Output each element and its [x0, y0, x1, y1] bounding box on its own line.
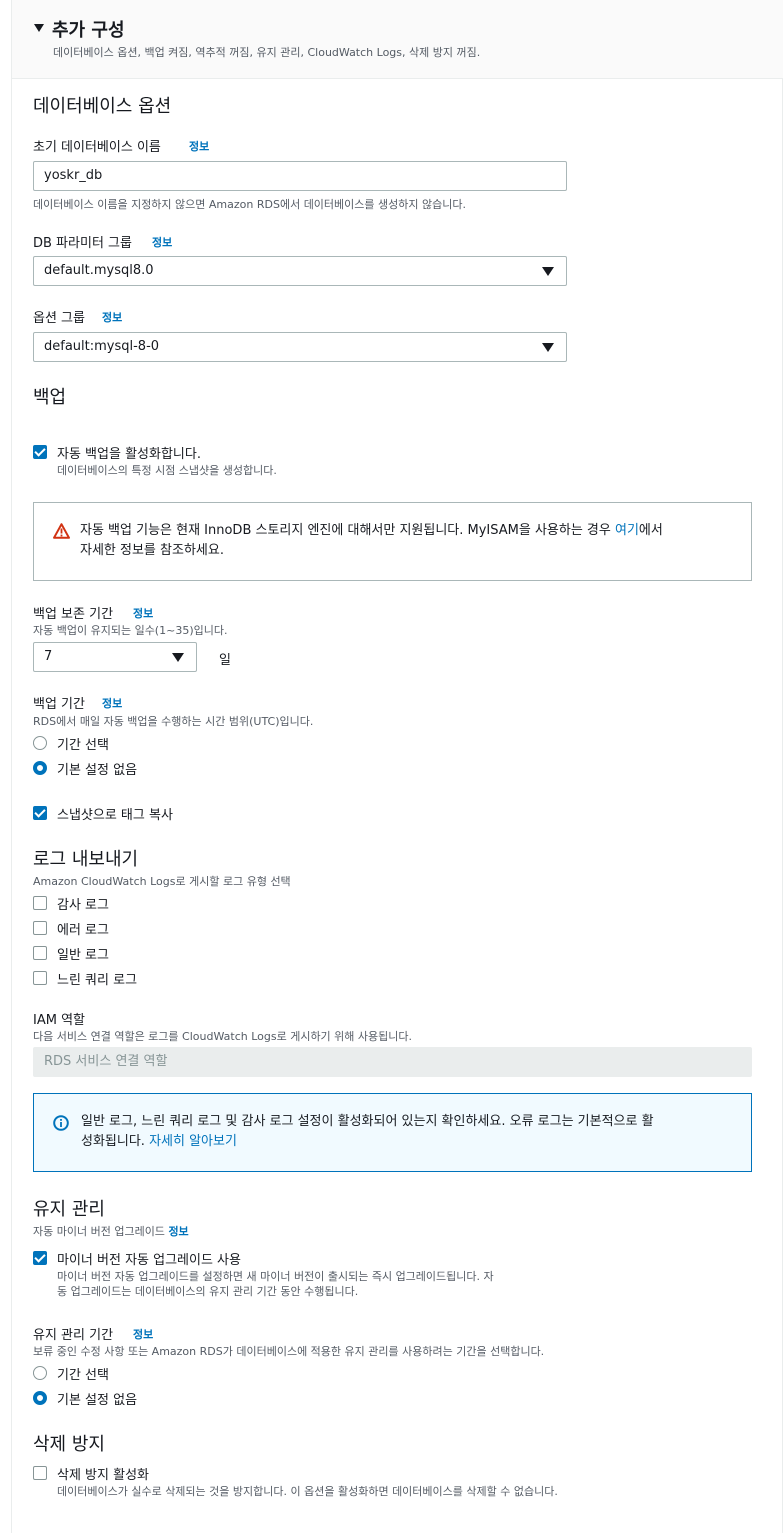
deletion-protection-label: 삭제 방지 활성화 [57, 1468, 149, 1483]
info-link[interactable]: 정보 [133, 605, 153, 621]
info-alert: 일반 로그, 느린 쿼리 로그 및 감사 로그 설정이 활성화되어 있는지 확인… [33, 1093, 752, 1172]
initial-db-help: 데이터베이스 이름을 지정하지 않으면 Amazon RDS에서 데이터베이스를… [33, 198, 466, 211]
maintenance-heading: 유지 관리 [33, 1199, 105, 1220]
learn-more-link[interactable]: 자세히 알아보기 [149, 1134, 237, 1149]
warning-icon [53, 523, 70, 543]
iam-role-value: RDS 서비스 연결 역할 [44, 1054, 168, 1069]
backup-window-option: 기본 설정 없음 [57, 763, 138, 778]
minor-upgrade-desc: 마이너 버전 자동 업그레이드를 설정하면 새 마이너 버전이 출시되는 즉시 … [57, 1270, 494, 1283]
info-text-line2: 성화됩니다. [81, 1134, 150, 1149]
log-item-label: 에러 로그 [57, 923, 109, 938]
iam-role-input: RDS 서비스 연결 역할 [33, 1047, 752, 1077]
retention-value: 7 [44, 649, 53, 664]
maintenance-window-option: 기간 선택 [57, 1368, 109, 1383]
log-item-label: 느린 쿼리 로그 [57, 973, 138, 988]
warning-text-suffix: 에서 [638, 523, 663, 538]
info-link[interactable]: 정보 [102, 309, 122, 325]
initial-db-value: yoskr_db [44, 168, 103, 183]
backup-heading: 백업 [33, 387, 67, 408]
auto-backup-label: 자동 백업을 활성화합니다. [57, 447, 201, 462]
option-group-select[interactable]: default:mysql-8-0 [33, 332, 567, 362]
minor-upgrade-label-text: 자동 마이너 버전 업그레이드 [33, 1225, 165, 1238]
section-subtitle: 데이터베이스 옵션, 백업 켜짐, 역추적 꺼짐, 유지 관리, CloudWa… [53, 46, 481, 59]
info-link[interactable]: 정보 [133, 1326, 153, 1342]
iam-role-label: IAM 역할 [33, 1013, 85, 1028]
section-title: 추가 구성 [52, 20, 125, 41]
retention-label: 백업 보존 기간 [33, 607, 114, 622]
minor-upgrade-checkbox[interactable] [33, 1251, 47, 1265]
copy-tags-label: 스냅샷으로 태그 복사 [57, 808, 173, 823]
initial-db-label: 초기 데이터베이스 이름 [33, 140, 161, 155]
log-checkbox-error[interactable] [33, 921, 47, 935]
log-checkbox-slow-query[interactable] [33, 971, 47, 985]
backup-window-desc: RDS에서 매일 자동 백업을 수행하는 시간 범위(UTC)입니다. [33, 715, 314, 728]
log-checkbox-audit[interactable] [33, 896, 47, 910]
info-circle-icon [53, 1115, 69, 1135]
backup-window-radio-none[interactable] [33, 761, 47, 775]
copy-tags-checkbox[interactable] [33, 806, 47, 820]
info-link[interactable]: 정보 [168, 1225, 188, 1238]
deletion-protection-heading: 삭제 방지 [33, 1434, 105, 1455]
minor-upgrade-label: 자동 마이너 버전 업그레이드 정보 [33, 1223, 189, 1239]
maintenance-window-desc: 보류 중인 수정 사항 또는 Amazon RDS가 데이터베이스에 적용한 유… [33, 1345, 545, 1358]
warning-link[interactable]: 여기 [615, 523, 639, 538]
retention-desc: 자동 백업이 유지되는 일수(1~35)입니다. [33, 624, 228, 637]
log-checkbox-general[interactable] [33, 946, 47, 960]
warning-alert: 자동 백업 기능은 현재 InnoDB 스토리지 엔진에 대해서만 지원됩니다.… [33, 502, 752, 581]
iam-role-desc: 다음 서비스 연결 역할은 로그를 CloudWatch Logs로 게시하기 … [33, 1030, 413, 1043]
dropdown-caret-icon [542, 343, 554, 352]
param-group-select[interactable]: default.mysql8.0 [33, 256, 567, 286]
auto-backup-checkbox[interactable] [33, 445, 47, 459]
warning-text: 자동 백업 기능은 현재 InnoDB 스토리지 엔진에 대해서만 지원됩니다.… [80, 523, 615, 538]
log-exports-desc: Amazon CloudWatch Logs로 게시할 로그 유형 선택 [33, 875, 291, 888]
backup-window-option: 기간 선택 [57, 738, 109, 753]
info-text: 일반 로그, 느린 쿼리 로그 및 감사 로그 설정이 활성화되어 있는지 확인… [81, 1114, 654, 1129]
minor-upgrade-desc-line2: 동 업그레이드는 데이터베이스의 유지 관리 기간 동안 수행됩니다. [57, 1285, 359, 1298]
param-group-label: DB 파라미터 그룹 [33, 236, 132, 251]
section-header[interactable]: 추가 구성 데이터베이스 옵션, 백업 켜짐, 역추적 꺼짐, 유지 관리, C… [12, 0, 783, 79]
option-group-label: 옵션 그룹 [33, 311, 85, 326]
maintenance-window-option: 기본 설정 없음 [57, 1393, 138, 1408]
info-link[interactable]: 정보 [152, 234, 172, 250]
maintenance-window-radio-none[interactable] [33, 1391, 47, 1405]
deletion-protection-checkbox[interactable] [33, 1466, 47, 1480]
param-group-value: default.mysql8.0 [44, 263, 154, 278]
info-link[interactable]: 정보 [102, 695, 122, 711]
info-link[interactable]: 정보 [189, 138, 209, 154]
retention-select[interactable]: 7 [33, 642, 197, 672]
db-options-heading: 데이터베이스 옵션 [33, 96, 172, 117]
option-group-value: default:mysql-8-0 [44, 339, 160, 354]
backup-window-label: 백업 기간 [33, 697, 85, 712]
auto-backup-desc: 데이터베이스의 특정 시점 스냅샷을 생성합니다. [57, 464, 277, 477]
dropdown-caret-icon [172, 653, 184, 662]
dropdown-caret-icon [542, 267, 554, 276]
log-exports-heading: 로그 내보내기 [33, 849, 139, 870]
log-item-label: 일반 로그 [57, 948, 109, 963]
maintenance-window-label: 유지 관리 기간 [33, 1328, 114, 1343]
backup-window-radio-select[interactable] [33, 736, 47, 750]
retention-unit: 일 [219, 653, 231, 668]
deletion-protection-desc: 데이터베이스가 실수로 삭제되는 것을 방지합니다. 이 옵션을 활성화하면 데… [57, 1485, 558, 1498]
initial-db-input[interactable]: yoskr_db [33, 161, 567, 191]
additional-config-panel: 추가 구성 데이터베이스 옵션, 백업 켜짐, 역추적 꺼짐, 유지 관리, C… [11, 0, 783, 1533]
warning-text-line2: 자세한 정보를 참조하세요. [80, 543, 224, 558]
maintenance-window-radio-select[interactable] [33, 1366, 47, 1380]
log-item-label: 감사 로그 [57, 898, 109, 913]
caret-down-icon[interactable] [34, 24, 44, 32]
minor-upgrade-check-label: 마이너 버전 자동 업그레이드 사용 [57, 1253, 241, 1268]
